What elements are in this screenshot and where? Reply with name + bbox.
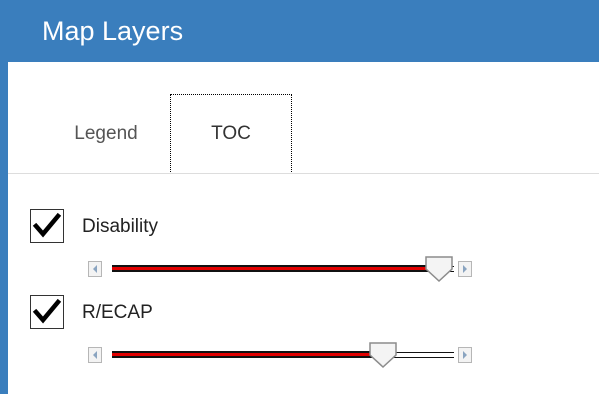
slider-thumb[interactable] bbox=[424, 255, 454, 283]
slider-fill bbox=[112, 265, 439, 272]
opacity-slider-disability[interactable] bbox=[88, 256, 478, 283]
checkmark-icon bbox=[32, 298, 62, 324]
layer-checkbox-disability[interactable] bbox=[30, 209, 64, 243]
caret-right-icon bbox=[463, 351, 467, 359]
layer-label-recap: R/ECAP bbox=[82, 302, 153, 323]
slider-thumb[interactable] bbox=[368, 341, 398, 369]
panel-left-border bbox=[0, 0, 8, 394]
layer-item-recap: R/ECAP bbox=[8, 292, 599, 372]
slider-decrement-button[interactable] bbox=[88, 261, 102, 277]
slider-decrement-button[interactable] bbox=[88, 347, 102, 363]
checkmark-icon bbox=[32, 212, 62, 238]
layer-item-disability: Disability bbox=[8, 206, 599, 286]
tab-divider bbox=[8, 173, 599, 174]
caret-left-icon bbox=[93, 351, 97, 359]
tab-legend[interactable]: Legend bbox=[46, 94, 166, 174]
layer-checkbox-recap[interactable] bbox=[30, 295, 64, 329]
panel-title: Map Layers bbox=[42, 16, 184, 46]
caret-left-icon bbox=[93, 265, 97, 273]
layer-label-disability: Disability bbox=[82, 216, 159, 237]
slider-increment-button[interactable] bbox=[458, 347, 472, 363]
panel-header: Map Layers bbox=[8, 0, 599, 62]
tab-toc[interactable]: TOC bbox=[170, 94, 292, 174]
opacity-slider-recap[interactable] bbox=[88, 342, 478, 369]
tab-bar: Legend TOC bbox=[8, 94, 599, 174]
slider-fill bbox=[112, 351, 383, 358]
caret-right-icon bbox=[463, 265, 467, 273]
slider-increment-button[interactable] bbox=[458, 261, 472, 277]
